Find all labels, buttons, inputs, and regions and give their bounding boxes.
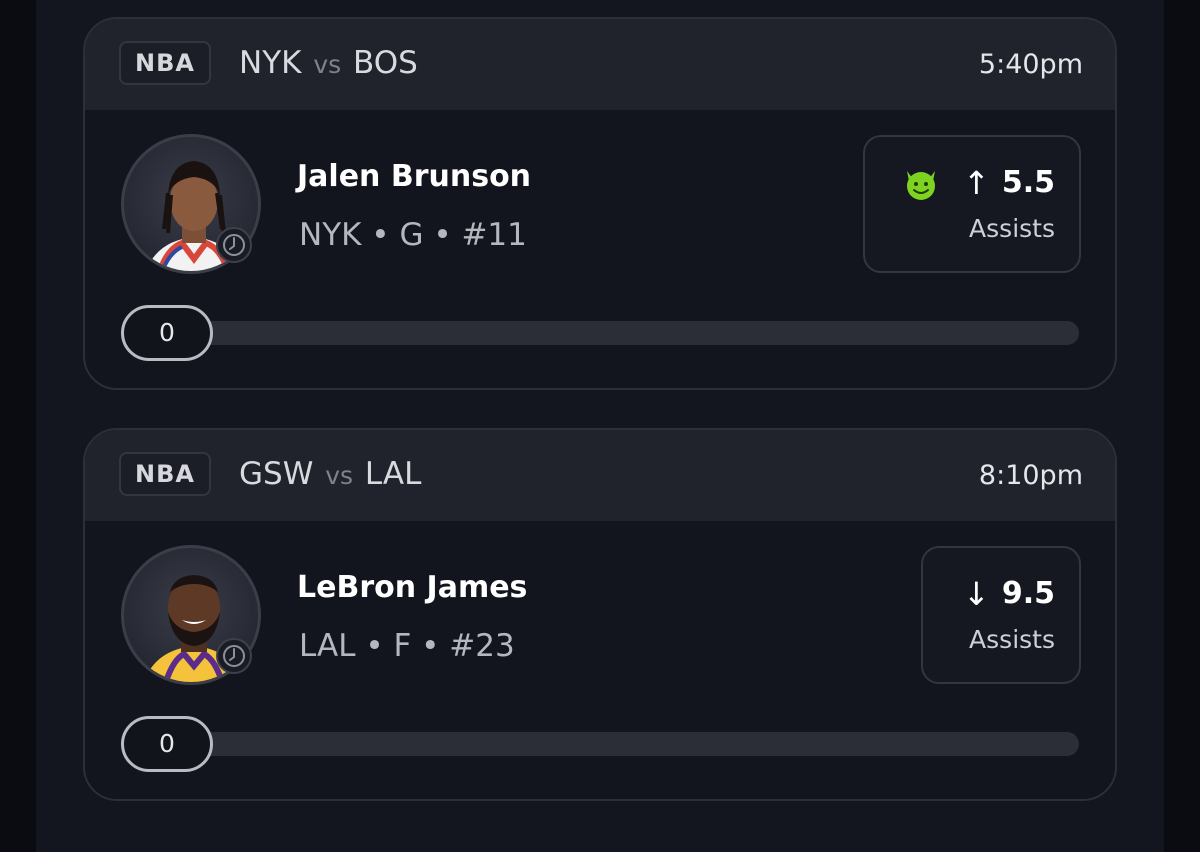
clock-icon (223, 645, 245, 667)
progress-current: 0 (121, 305, 213, 361)
game-time: 5:40pm (978, 49, 1083, 80)
pick-stat-label: Assists (969, 214, 1055, 243)
player-avatar-wrap[interactable] (121, 134, 261, 274)
progress-current: 0 (121, 716, 213, 772)
card-header: NBA GSW vs LAL 8:10pm (85, 430, 1115, 521)
league-badge: NBA (119, 41, 211, 85)
home-team: BOS (353, 45, 418, 81)
progress-track (157, 732, 1079, 756)
pick-line-value: 9.5 (1001, 576, 1055, 611)
pick-line: ↑ 5.5 (901, 163, 1055, 203)
vs-label: vs (313, 50, 342, 79)
matchup: GSW vs LAL (239, 454, 421, 496)
player-name[interactable]: LeBron James (297, 568, 527, 608)
away-team: GSW (239, 456, 314, 492)
league-badge: NBA (119, 452, 211, 496)
arrow-down-icon: ↓ (963, 575, 990, 613)
pick-line: ↓ 9.5 (963, 574, 1055, 614)
player-name[interactable]: Jalen Brunson (297, 157, 531, 197)
pick-card[interactable]: NBA GSW vs LAL 8:10pm LeBron James LAL •… (83, 428, 1117, 801)
home-team: LAL (364, 456, 422, 492)
green-devil-icon (907, 171, 936, 200)
arrow-up-icon: ↑ (963, 164, 990, 202)
matchup: NYK vs BOS (239, 43, 418, 85)
pick-selection[interactable]: ↓ 9.5 Assists (921, 546, 1081, 684)
player-avatar-wrap[interactable] (121, 545, 261, 685)
card-header: NBA NYK vs BOS 5:40pm (85, 19, 1115, 110)
player-meta: LAL • F • #23 (299, 628, 515, 664)
pick-line-value: 5.5 (1001, 165, 1055, 200)
pick-card[interactable]: NBA NYK vs BOS 5:40pm Jalen Brunson NYK … (83, 17, 1117, 390)
pick-selection[interactable]: ↑ 5.5 Assists (863, 135, 1081, 273)
game-time: 8:10pm (978, 460, 1083, 491)
vs-label: vs (325, 461, 354, 490)
pick-stat-label: Assists (969, 625, 1055, 654)
clock-badge (216, 638, 252, 674)
progress-track (157, 321, 1079, 345)
away-team: NYK (239, 45, 302, 81)
player-meta: NYK • G • #11 (299, 217, 527, 253)
clock-badge (216, 227, 252, 263)
clock-icon (223, 234, 245, 256)
